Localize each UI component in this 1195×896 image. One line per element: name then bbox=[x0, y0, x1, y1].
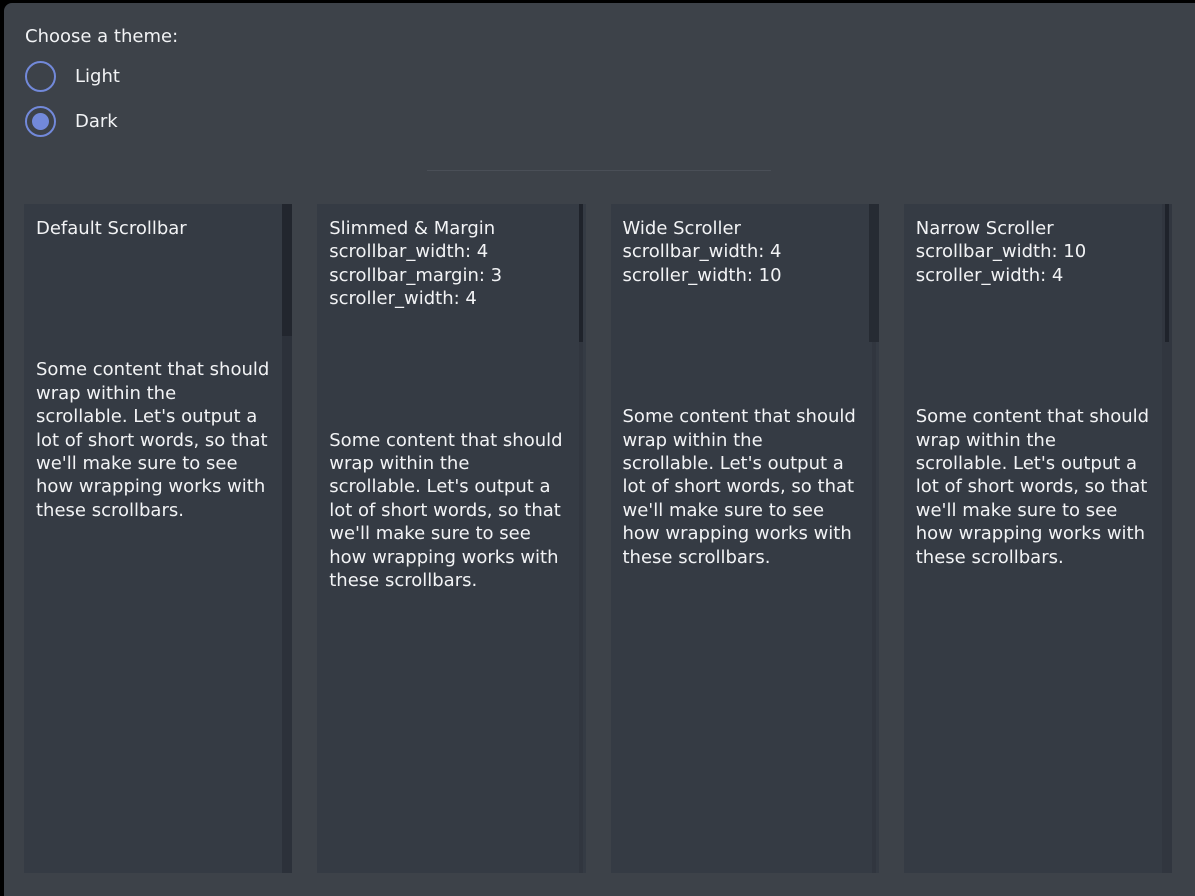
panel-title: Default Scrollbar bbox=[36, 217, 280, 240]
radio-dark-label: Dark bbox=[75, 111, 118, 132]
panel-body-text: Some content that should wrap within the… bbox=[623, 405, 857, 569]
panel-title-line: Wide Scroller bbox=[623, 217, 867, 240]
panel-title-line: scrollbar_width: 4 bbox=[329, 240, 573, 263]
panel-title-line: scrollbar_width: 4 bbox=[623, 240, 867, 263]
panel-title-line: Default Scrollbar bbox=[36, 217, 280, 240]
panel-title-line: Narrow Scroller bbox=[916, 217, 1160, 240]
panel-body-text: Some content that should wrap within the… bbox=[36, 358, 270, 522]
scrollbar-thumb[interactable] bbox=[579, 204, 583, 342]
theme-chooser-label: Choose a theme: bbox=[25, 25, 178, 48]
horizontal-divider bbox=[427, 170, 771, 171]
panel-title: Narrow Scrollerscrollbar_width: 10scroll… bbox=[916, 217, 1160, 287]
panel-title-line: scrollbar_width: 10 bbox=[916, 240, 1160, 263]
scroll-panel-narrow-scroller[interactable]: Narrow Scrollerscrollbar_width: 10scroll… bbox=[904, 204, 1172, 873]
panel-title-line: scroller_width: 4 bbox=[329, 287, 573, 310]
scroll-panel-default-scrollbar[interactable]: Default Scrollbar Some content that shou… bbox=[24, 204, 292, 873]
scroll-panel-wide-scroller[interactable]: Wide Scrollerscrollbar_width: 4scroller_… bbox=[611, 204, 879, 873]
panel-title: Wide Scrollerscrollbar_width: 4scroller_… bbox=[623, 217, 867, 287]
panel-title-line: scroller_width: 10 bbox=[623, 264, 867, 287]
radio-light-icon[interactable] bbox=[25, 61, 56, 92]
panel-title-line: scrollbar_margin: 3 bbox=[329, 264, 573, 287]
scroll-panel-slimmed-margin[interactable]: Slimmed & Marginscrollbar_width: 4scroll… bbox=[317, 204, 585, 873]
theme-chooser: Choose a theme: Light Dark bbox=[25, 25, 178, 151]
radio-light-label: Light bbox=[75, 66, 120, 87]
app-window: Choose a theme: Light Dark Default Scrol… bbox=[4, 3, 1195, 896]
panel-body-text: Some content that should wrap within the… bbox=[916, 405, 1150, 569]
scrollbar-thumb[interactable] bbox=[282, 204, 292, 336]
panel-title: Slimmed & Marginscrollbar_width: 4scroll… bbox=[329, 217, 573, 311]
scrollbar-thumb[interactable] bbox=[1165, 204, 1169, 342]
radio-dark-icon[interactable] bbox=[25, 106, 56, 137]
radio-option-dark[interactable]: Dark bbox=[25, 106, 178, 137]
radio-option-light[interactable]: Light bbox=[25, 61, 178, 92]
panel-title-line: Slimmed & Margin bbox=[329, 217, 573, 240]
scroll-demo-panels: Default Scrollbar Some content that shou… bbox=[24, 204, 1172, 873]
panel-title-line: scroller_width: 4 bbox=[916, 264, 1160, 287]
panel-body-text: Some content that should wrap within the… bbox=[329, 429, 563, 593]
scrollbar-thumb[interactable] bbox=[869, 204, 879, 342]
